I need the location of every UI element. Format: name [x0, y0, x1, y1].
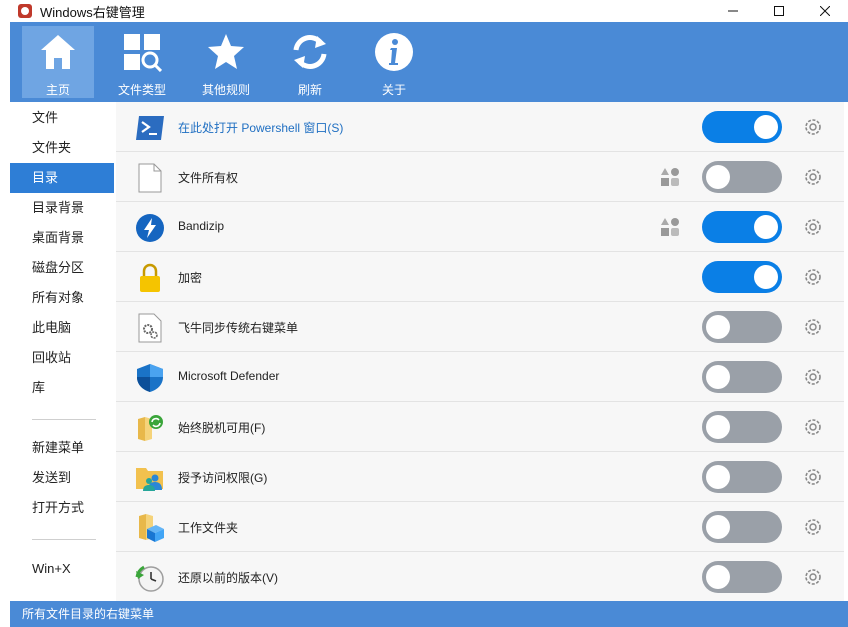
toolbar-about-button[interactable]: 关于 [358, 26, 430, 98]
app-icon [18, 4, 32, 18]
sidebar-item-recycle-bin[interactable]: 回收站 [10, 343, 114, 373]
list-item[interactable]: 授予访问权限(G) [116, 452, 844, 502]
entry-label: 授予访问权限(G) [178, 471, 268, 485]
powershell-icon [134, 112, 166, 144]
entry-label: 加密 [178, 271, 203, 285]
blank-file-icon [134, 162, 166, 194]
home-icon [36, 30, 80, 73]
sidebar-item-disk-partition[interactable]: 磁盘分区 [10, 253, 114, 283]
lock-icon [134, 262, 166, 294]
list-item[interactable]: 文件所有权 [116, 152, 844, 202]
sidebar-item-all-objects[interactable]: 所有对象 [10, 283, 114, 313]
entry-label: 始终脱机可用(F) [178, 421, 266, 435]
sidebar-divider [32, 419, 96, 420]
toolbar-home-button[interactable]: 主页 [22, 26, 94, 98]
toolbar-refresh-button[interactable]: 刷新 [274, 26, 346, 98]
entry-toggle[interactable] [702, 211, 782, 243]
list-item[interactable]: 工作文件夹 [116, 502, 844, 552]
entry-toggle[interactable] [702, 511, 782, 543]
entry-toggle[interactable] [702, 261, 782, 293]
offline-sync-icon [134, 412, 166, 444]
entry-label: 文件所有权 [178, 171, 239, 185]
toolbar-refresh-label: 刷新 [297, 83, 322, 97]
window-controls [710, 0, 848, 22]
share-folder-icon [134, 462, 166, 494]
file-types-icon [120, 30, 164, 73]
entry-label: 还原以前的版本(V) [178, 571, 278, 585]
sidebar-item-desktop-background[interactable]: 桌面背景 [10, 223, 114, 253]
list-item[interactable]: Bandizip [116, 202, 844, 252]
entry-label: Bandizip [178, 219, 225, 233]
status-bar: 所有文件目录的右键菜单 [10, 601, 848, 627]
sidebar-item-folder[interactable]: 文件夹 [10, 133, 114, 163]
entry-toggle[interactable] [702, 311, 782, 343]
toolbar-file-types-label: 文件类型 [117, 83, 166, 97]
work-folder-icon [134, 512, 166, 544]
bandizip-icon [134, 212, 166, 244]
maximize-icon [774, 6, 784, 16]
title-bar: Windows右键管理 [0, 0, 848, 22]
gear-icon[interactable] [802, 466, 824, 488]
toolbar-home-label: 主页 [45, 83, 70, 97]
sidebar-item-directory-background[interactable]: 目录背景 [10, 193, 114, 223]
sidebar: 文件 文件夹 目录 目录背景 桌面背景 磁盘分区 所有对象 此电脑 回收站 库 … [10, 102, 114, 601]
sidebar-item-library[interactable]: 库 [10, 373, 114, 403]
toolbar-about-label: 关于 [381, 83, 406, 97]
main-toolbar: 主页 文件类型 其他规则 刷新 关于 [10, 22, 848, 102]
refresh-icon [288, 30, 332, 73]
shell-extension-icon [661, 218, 679, 236]
shell-extension-icon [661, 168, 679, 186]
list-item[interactable]: 飞牛同步传统右键菜单 [116, 302, 844, 352]
list-item[interactable]: Microsoft Defender [116, 352, 844, 402]
list-item[interactable]: 还原以前的版本(V) [116, 552, 844, 602]
defender-shield-icon [134, 362, 166, 394]
gear-icon[interactable] [802, 166, 824, 188]
close-button[interactable] [802, 0, 848, 22]
gear-icon[interactable] [802, 266, 824, 288]
gear-icon[interactable] [802, 316, 824, 338]
minimize-button[interactable] [710, 0, 756, 22]
sidebar-item-file[interactable]: 文件 [10, 103, 114, 133]
gear-icon[interactable] [802, 116, 824, 138]
sidebar-item-this-pc[interactable]: 此电脑 [10, 313, 114, 343]
sidebar-divider [32, 539, 96, 540]
file-gear-icon [134, 312, 166, 344]
gear-icon[interactable] [802, 416, 824, 438]
toolbar-other-rules-label: 其他规则 [201, 83, 250, 97]
gear-icon[interactable] [802, 516, 824, 538]
entry-toggle[interactable] [702, 461, 782, 493]
context-menu-entry-list: 在此处打开 Powershell 窗口(S) 文件所有权 Bandizip 加密 [116, 102, 844, 602]
entry-label: 工作文件夹 [178, 521, 239, 535]
sidebar-item-win-x[interactable]: Win+X [10, 554, 114, 584]
minimize-icon [728, 10, 738, 12]
gear-icon[interactable] [802, 216, 824, 238]
entry-toggle[interactable] [702, 161, 782, 193]
entry-toggle[interactable] [702, 111, 782, 143]
entry-label: Microsoft Defender [178, 369, 280, 383]
toolbar-other-rules-button[interactable]: 其他规则 [190, 26, 262, 98]
window-title: Windows右键管理 [40, 4, 145, 20]
restore-clock-icon [134, 562, 166, 594]
entry-toggle[interactable] [702, 561, 782, 593]
sidebar-item-send-to[interactable]: 发送到 [10, 463, 114, 493]
sidebar-item-open-with[interactable]: 打开方式 [10, 493, 114, 523]
star-icon [204, 30, 248, 73]
gear-icon[interactable] [802, 366, 824, 388]
list-item[interactable]: 始终脱机可用(F) [116, 402, 844, 452]
info-icon [372, 30, 416, 73]
entry-label: 在此处打开 Powershell 窗口(S) [178, 121, 344, 135]
maximize-button[interactable] [756, 0, 802, 22]
toolbar-file-types-button[interactable]: 文件类型 [106, 26, 178, 98]
list-item[interactable]: 加密 [116, 252, 844, 302]
close-icon [820, 6, 830, 16]
entry-toggle[interactable] [702, 411, 782, 443]
sidebar-item-new-menu[interactable]: 新建菜单 [10, 433, 114, 463]
entry-toggle[interactable] [702, 361, 782, 393]
gear-icon[interactable] [802, 566, 824, 588]
entry-label: 飞牛同步传统右键菜单 [178, 321, 299, 335]
sidebar-item-directory[interactable]: 目录 [10, 163, 114, 193]
list-item[interactable]: 在此处打开 Powershell 窗口(S) [116, 102, 844, 152]
